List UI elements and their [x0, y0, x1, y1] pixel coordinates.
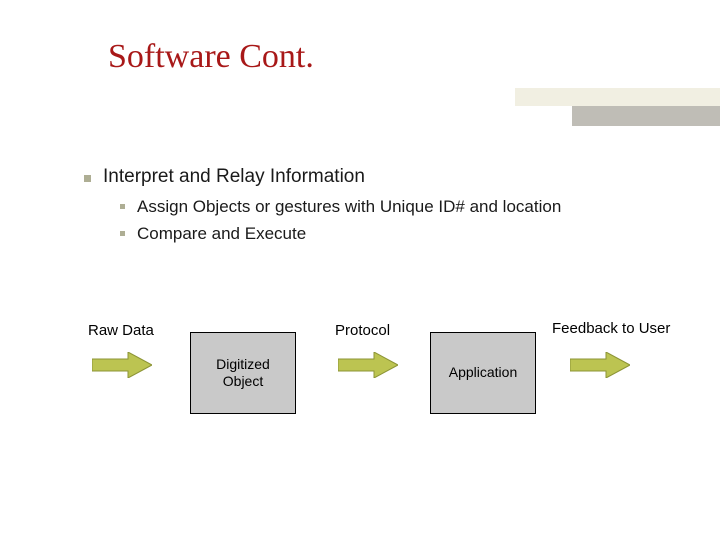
box-text: Application [449, 364, 518, 382]
flow-label-raw-data: Raw Data [88, 322, 154, 339]
slide-title: Software Cont. [108, 38, 314, 76]
box-text: Digitized Object [195, 356, 291, 391]
bullet-level2: Assign Objects or gestures with Unique I… [120, 196, 654, 219]
bullet-level1: Interpret and Relay Information [84, 166, 654, 188]
bullet-text: Compare and Execute [137, 223, 306, 246]
bullet-level2: Compare and Execute [120, 223, 654, 246]
flow-label-feedback: Feedback to User [552, 320, 670, 337]
slide: Software Cont. Interpret and Relay Infor… [0, 0, 720, 540]
square-bullet-icon [120, 204, 125, 209]
flow-box-application: Application [430, 332, 536, 414]
bullet-text: Assign Objects or gestures with Unique I… [137, 196, 561, 219]
decor-light-bar [515, 88, 720, 106]
flow-label-protocol: Protocol [335, 322, 390, 339]
flow-box-digitized-object: Digitized Object [190, 332, 296, 414]
arrow-icon [338, 352, 398, 378]
decor-gray-bar [572, 106, 720, 126]
square-bullet-icon [84, 175, 91, 182]
square-bullet-icon [120, 231, 125, 236]
arrow-icon [570, 352, 630, 378]
bullet-list: Interpret and Relay Information Assign O… [84, 166, 654, 250]
bullet-text: Interpret and Relay Information [103, 166, 365, 188]
arrow-icon [92, 352, 152, 378]
